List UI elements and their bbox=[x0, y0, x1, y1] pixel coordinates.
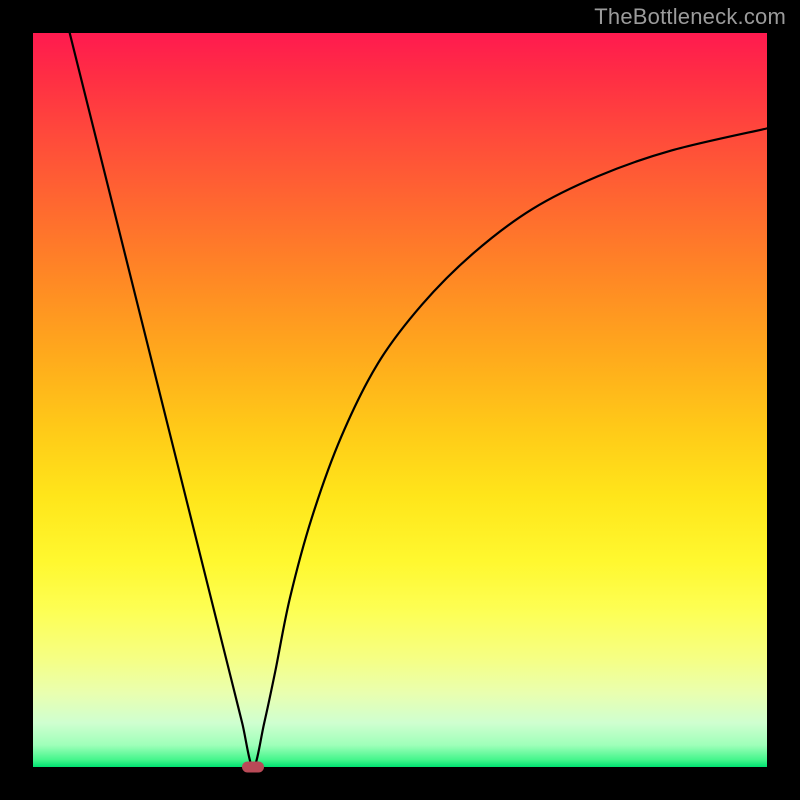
plot-area bbox=[33, 33, 767, 767]
minimum-marker bbox=[242, 762, 264, 773]
watermark-text: TheBottleneck.com bbox=[594, 4, 786, 30]
bottleneck-curve bbox=[33, 33, 767, 767]
chart-frame: TheBottleneck.com bbox=[0, 0, 800, 800]
